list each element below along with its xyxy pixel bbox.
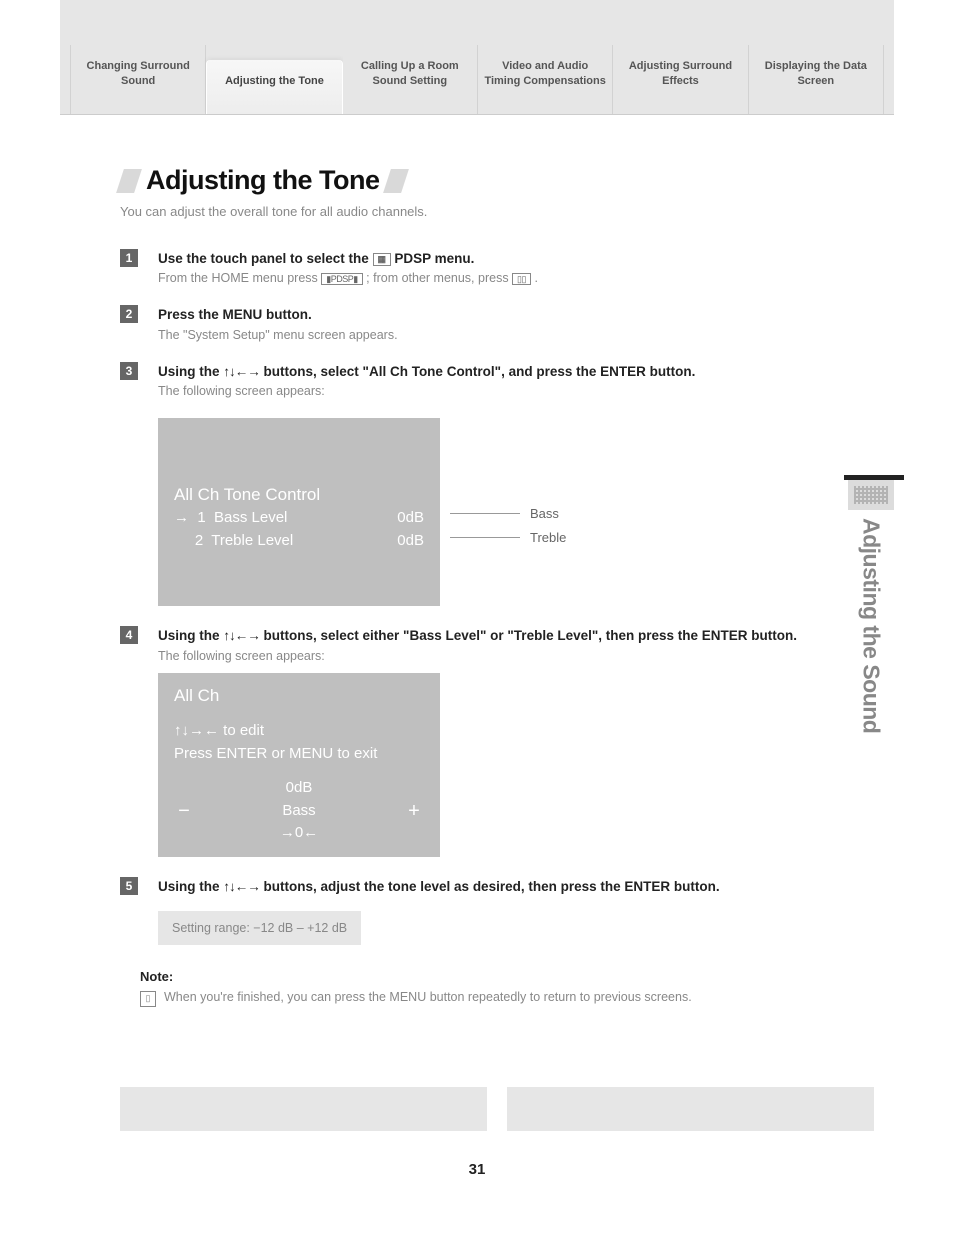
step-number: 3: [120, 362, 138, 380]
top-tabs: Changing Surround Sound Adjusting the To…: [60, 0, 894, 115]
step-number: 2: [120, 305, 138, 323]
callout-bass: Bass: [450, 501, 566, 525]
step-1: 1 Use the touch panel to select the ▦ PD…: [120, 249, 874, 285]
screen2-line2: ↑↓→← to edit: [174, 720, 424, 743]
footer-blocks: [120, 1087, 874, 1131]
tab-timing-compensations[interactable]: Video and Audio Timing Compensations: [478, 45, 613, 114]
minus-icon: −: [174, 796, 194, 826]
tab-surround-effects[interactable]: Adjusting Surround Effects: [613, 45, 748, 114]
arrow-buttons-icon: ↑↓←→: [223, 879, 260, 894]
step-number: 5: [120, 877, 138, 895]
footer-block-right: [507, 1087, 874, 1131]
screen2-line1: All Ch: [174, 683, 424, 709]
screen-row-treble: 2 Treble Level 0dB: [174, 530, 424, 553]
step-5-title: Using the ↑↓←→ buttons, adjust the tone …: [158, 877, 874, 897]
pdsp-button-icon: ▮PDSP▮: [321, 273, 362, 286]
step-2: 2 Press the MENU button. The "System Set…: [120, 305, 874, 341]
pdsp-icon: ▦: [373, 253, 391, 266]
footer-block-left: [120, 1087, 487, 1131]
screen-all-ch-tone: All Ch Tone Control → 1 Bass Level 0dB 2…: [158, 418, 440, 607]
page-heading: Adjusting the Tone: [120, 165, 874, 196]
callout-treble: Treble: [450, 525, 566, 549]
note-text: When you're finished, you can press the …: [164, 990, 692, 1004]
arrow-buttons-icon: ↑↓←→: [223, 364, 260, 379]
screen2-line3: Press ENTER or MENU to exit: [174, 743, 424, 766]
step-4-title: Using the ↑↓←→ buttons, select either "B…: [158, 626, 874, 646]
step-4-desc: The following screen appears:: [158, 649, 874, 663]
step-2-title: Press the MENU button.: [158, 305, 874, 325]
note-label: Note:: [140, 969, 874, 984]
step-3-desc: The following screen appears:: [158, 384, 874, 398]
page-subtitle: You can adjust the overall tone for all …: [120, 204, 874, 219]
screen-row-bass: → 1 Bass Level 0dB: [174, 507, 424, 530]
note-section: Note: ▯ When you're finished, you can pr…: [120, 969, 874, 1007]
step-4: 4 Using the ↑↓←→ buttons, select either …: [120, 626, 874, 856]
step-1-desc: From the HOME menu press ▮PDSP▮ ; from o…: [158, 271, 874, 285]
step-number: 1: [120, 249, 138, 267]
screen2-label: Bass: [194, 800, 404, 823]
step-1-title: Use the touch panel to select the ▦ PDSP…: [158, 249, 874, 269]
setting-range-box: Setting range: −12 dB – +12 dB: [158, 911, 361, 945]
step-3-title: Using the ↑↓←→ buttons, select "All Ch T…: [158, 362, 874, 382]
step-3: 3 Using the ↑↓←→ buttons, select "All Ch…: [120, 362, 874, 607]
tab-data-screen[interactable]: Displaying the Data Screen: [749, 45, 884, 114]
callout-line-icon: [450, 513, 520, 514]
screen-title: All Ch Tone Control: [174, 482, 424, 508]
step-number: 4: [120, 626, 138, 644]
arrow-buttons-icon: ↑↓←→: [223, 628, 260, 643]
nav-button-icon: ▯▯: [512, 273, 531, 286]
tab-changing-surround-sound[interactable]: Changing Surround Sound: [70, 45, 206, 114]
tab-adjusting-tone[interactable]: Adjusting the Tone: [206, 60, 342, 114]
step-2-desc: The "System Setup" menu screen appears.: [158, 328, 874, 342]
callout-line-icon: [450, 537, 520, 538]
step-5: 5 Using the ↑↓←→ buttons, adjust the ton…: [120, 877, 874, 945]
screen-all-ch-edit: All Ch ↑↓→← to edit Press ENTER or MENU …: [158, 673, 440, 857]
page-number: 31: [0, 1161, 954, 1178]
heading-deco-left-icon: [116, 169, 142, 193]
screen-callouts: Bass Treble: [440, 501, 566, 549]
heading-deco-right-icon: [384, 169, 410, 193]
screen2-value: 0dB: [194, 777, 404, 800]
note-icon: ▯: [140, 991, 156, 1007]
screen2-indicator: →0←: [194, 822, 404, 845]
page-title: Adjusting the Tone: [146, 165, 379, 196]
plus-icon: +: [404, 796, 424, 826]
tab-room-sound-setting[interactable]: Calling Up a Room Sound Setting: [343, 45, 478, 114]
